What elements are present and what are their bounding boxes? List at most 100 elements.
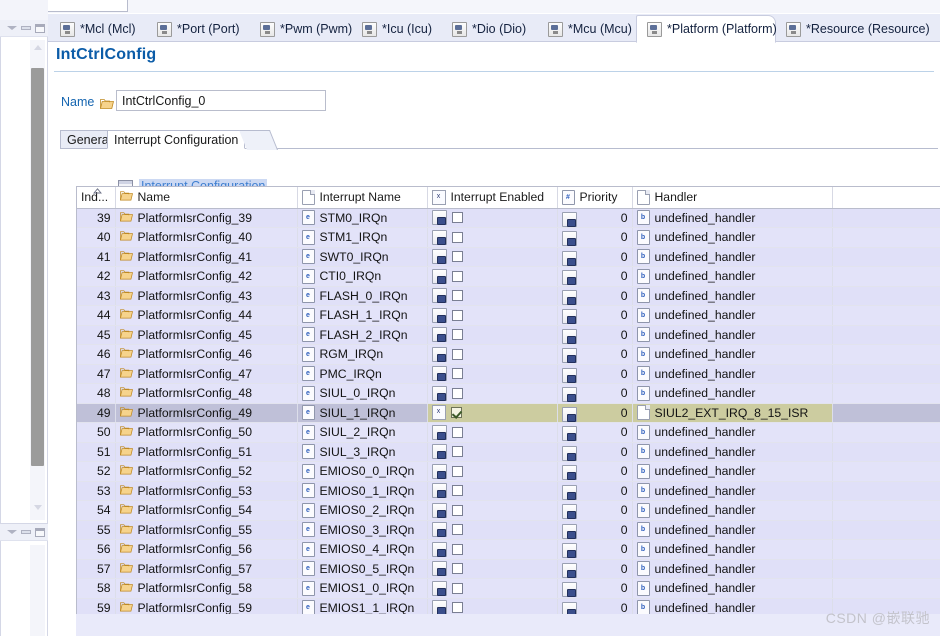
- interrupt-enabled-checkbox[interactable]: [451, 485, 463, 497]
- table-row[interactable]: 50 PlatformIsrConfig_50 e SIUL_2_IRQn 0 b unde…: [77, 422, 940, 443]
- cell-name[interactable]: PlatformIsrConfig_51: [115, 442, 298, 462]
- interrupt-enabled-checkbox[interactable]: [450, 407, 462, 419]
- cell-interrupt-name[interactable]: e EMIOS0_4_IRQn: [297, 539, 428, 560]
- collapse-icon[interactable]: [7, 528, 17, 537]
- collapse-icon[interactable]: [7, 24, 17, 33]
- table-row[interactable]: 40 PlatformIsrConfig_40 e STM1_IRQn 0 b undefi…: [77, 227, 940, 248]
- cell-priority[interactable]: 0: [557, 559, 633, 579]
- cell-priority[interactable]: 0: [557, 247, 633, 267]
- cell-priority[interactable]: 0: [557, 520, 633, 540]
- scroll-up-icon[interactable]: [34, 45, 42, 50]
- table-row[interactable]: 56 PlatformIsrConfig_56 e EMIOS0_4_IRQn 0 b un…: [77, 539, 940, 560]
- cell-name[interactable]: PlatformIsrConfig_56: [115, 539, 298, 560]
- cell-handler[interactable]: b undefined_handler: [632, 286, 833, 306]
- cell-interrupt-name[interactable]: e STM1_IRQn: [297, 227, 428, 248]
- cell-interrupt-name[interactable]: e PMC_IRQn: [297, 364, 428, 384]
- cell-index[interactable]: 43: [77, 286, 116, 306]
- cell-priority[interactable]: 0: [557, 442, 633, 462]
- cell-name[interactable]: PlatformIsrConfig_49: [115, 403, 298, 423]
- cell-index[interactable]: 47: [77, 364, 116, 384]
- cell-index[interactable]: 48: [77, 383, 116, 404]
- cell-handler[interactable]: b undefined_handler: [632, 344, 833, 365]
- cell-priority[interactable]: 0: [557, 422, 633, 443]
- cell-handler[interactable]: b undefined_handler: [632, 500, 833, 521]
- maximize-icon[interactable]: [35, 23, 45, 33]
- cell-interrupt-name[interactable]: e EMIOS0_3_IRQn: [297, 520, 428, 540]
- cell-handler[interactable]: b undefined_handler: [632, 247, 833, 267]
- cell-name[interactable]: PlatformIsrConfig_57: [115, 559, 298, 579]
- cell-name[interactable]: PlatformIsrConfig_48: [115, 383, 298, 404]
- table-row[interactable]: 41 PlatformIsrConfig_41 e SWT0_IRQn 0 b undefi…: [77, 247, 940, 267]
- editor-tab-dio-dio[interactable]: *Dio (Dio): [442, 16, 538, 42]
- cell-handler[interactable]: b undefined_handler: [632, 383, 833, 404]
- cell-handler[interactable]: b undefined_handler: [632, 422, 833, 443]
- cell-interrupt-name[interactable]: e EMIOS0_2_IRQn: [297, 500, 428, 521]
- cell-interrupt-name[interactable]: e SIUL_3_IRQn: [297, 442, 428, 462]
- interrupt-enabled-checkbox[interactable]: [451, 329, 463, 341]
- cell-handler[interactable]: b undefined_handler: [632, 559, 833, 579]
- cell-priority[interactable]: 0: [557, 481, 633, 501]
- table-row[interactable]: 55 PlatformIsrConfig_55 e EMIOS0_3_IRQn 0 b un…: [77, 520, 940, 540]
- interrupt-enabled-checkbox[interactable]: [451, 524, 463, 536]
- cell-interrupt-enabled[interactable]: [427, 598, 558, 614]
- interrupt-enabled-checkbox[interactable]: [451, 290, 463, 302]
- table-row[interactable]: 48 PlatformIsrConfig_48 e SIUL_0_IRQn 0 b unde…: [77, 383, 940, 404]
- cell-interrupt-name[interactable]: e SIUL_1_IRQn: [297, 403, 428, 423]
- cell-interrupt-name[interactable]: e EMIOS0_1_IRQn: [297, 481, 428, 501]
- cell-name[interactable]: PlatformIsrConfig_52: [115, 461, 298, 482]
- cell-index[interactable]: 42: [77, 266, 116, 287]
- cell-interrupt-enabled[interactable]: [427, 481, 558, 501]
- cell-priority[interactable]: 0: [557, 325, 633, 345]
- cell-name[interactable]: PlatformIsrConfig_39: [115, 208, 298, 228]
- editor-tab-port-port[interactable]: *Port (Port): [147, 16, 250, 42]
- cell-priority[interactable]: 0: [557, 364, 633, 384]
- cell-index[interactable]: 40: [77, 227, 116, 248]
- cell-interrupt-enabled[interactable]: [427, 539, 558, 560]
- interrupt-enabled-checkbox[interactable]: [451, 563, 463, 575]
- cell-interrupt-name[interactable]: e SIUL_0_IRQn: [297, 383, 428, 404]
- cell-index[interactable]: 51: [77, 442, 116, 462]
- cell-interrupt-enabled[interactable]: [427, 364, 558, 384]
- editor-tab-pwm-pwm[interactable]: *Pwm (Pwm): [250, 16, 352, 42]
- cell-handler[interactable]: b undefined_handler: [632, 520, 833, 540]
- cell-name[interactable]: PlatformIsrConfig_46: [115, 344, 298, 365]
- cell-interrupt-enabled[interactable]: [427, 286, 558, 306]
- cell-interrupt-enabled[interactable]: [427, 325, 558, 345]
- cell-interrupt-enabled[interactable]: [427, 383, 558, 404]
- cell-interrupt-enabled[interactable]: x: [427, 403, 558, 423]
- interrupt-configuration-table[interactable]: Ind... Name Interrupt Name x Interrupt Enabl…: [76, 186, 940, 614]
- maximize-icon[interactable]: [35, 527, 45, 537]
- cell-name[interactable]: PlatformIsrConfig_55: [115, 520, 298, 540]
- table-row[interactable]: 49 PlatformIsrConfig_49 e SIUL_1_IRQn x 0 SIUL…: [77, 403, 940, 423]
- table-row[interactable]: 59 PlatformIsrConfig_59 e EMIOS1_1_IRQn 0 b un…: [77, 598, 940, 614]
- minimize-icon[interactable]: [21, 24, 31, 33]
- cell-name[interactable]: PlatformIsrConfig_53: [115, 481, 298, 501]
- cell-handler[interactable]: SIUL2_EXT_IRQ_8_15_ISR: [632, 403, 833, 423]
- table-row[interactable]: 43 PlatformIsrConfig_43 e FLASH_0_IRQn 0 b und…: [77, 286, 940, 306]
- cell-index[interactable]: 41: [77, 247, 116, 267]
- cell-interrupt-enabled[interactable]: [427, 227, 558, 248]
- cell-interrupt-name[interactable]: e FLASH_2_IRQn: [297, 325, 428, 345]
- interrupt-enabled-checkbox[interactable]: [451, 426, 463, 438]
- editor-tab-platform-platform[interactable]: *Platform (Platform)✕: [636, 15, 793, 43]
- table-row[interactable]: 44 PlatformIsrConfig_44 e FLASH_1_IRQn 0 b und…: [77, 305, 940, 326]
- scroll-down-icon[interactable]: [34, 505, 42, 510]
- column-header-name[interactable]: Name: [115, 187, 298, 209]
- interrupt-enabled-checkbox[interactable]: [451, 309, 463, 321]
- table-row[interactable]: 39 PlatformIsrConfig_39 e STM0_IRQn 0 b undefi…: [77, 208, 940, 228]
- editor-tab-resource-resource[interactable]: *Resource (Resource): [776, 16, 930, 42]
- table-row[interactable]: 58 PlatformIsrConfig_58 e EMIOS1_0_IRQn 0 b un…: [77, 578, 940, 599]
- cell-name[interactable]: PlatformIsrConfig_44: [115, 305, 298, 326]
- cell-interrupt-enabled[interactable]: [427, 208, 558, 228]
- cell-priority[interactable]: 0: [557, 403, 633, 423]
- cell-interrupt-name[interactable]: e STM0_IRQn: [297, 208, 428, 228]
- cell-interrupt-enabled[interactable]: [427, 422, 558, 443]
- cell-handler[interactable]: b undefined_handler: [632, 539, 833, 560]
- cell-interrupt-enabled[interactable]: [427, 344, 558, 365]
- interrupt-enabled-checkbox[interactable]: [451, 582, 463, 594]
- editor-tab-mcl-mcl[interactable]: *Mcl (Mcl): [50, 16, 147, 42]
- table-row[interactable]: 51 PlatformIsrConfig_51 e SIUL_3_IRQn 0 b unde…: [77, 442, 940, 462]
- cell-priority[interactable]: 0: [557, 578, 633, 599]
- cell-interrupt-name[interactable]: e CTI0_IRQn: [297, 266, 428, 287]
- interrupt-enabled-checkbox[interactable]: [451, 504, 463, 516]
